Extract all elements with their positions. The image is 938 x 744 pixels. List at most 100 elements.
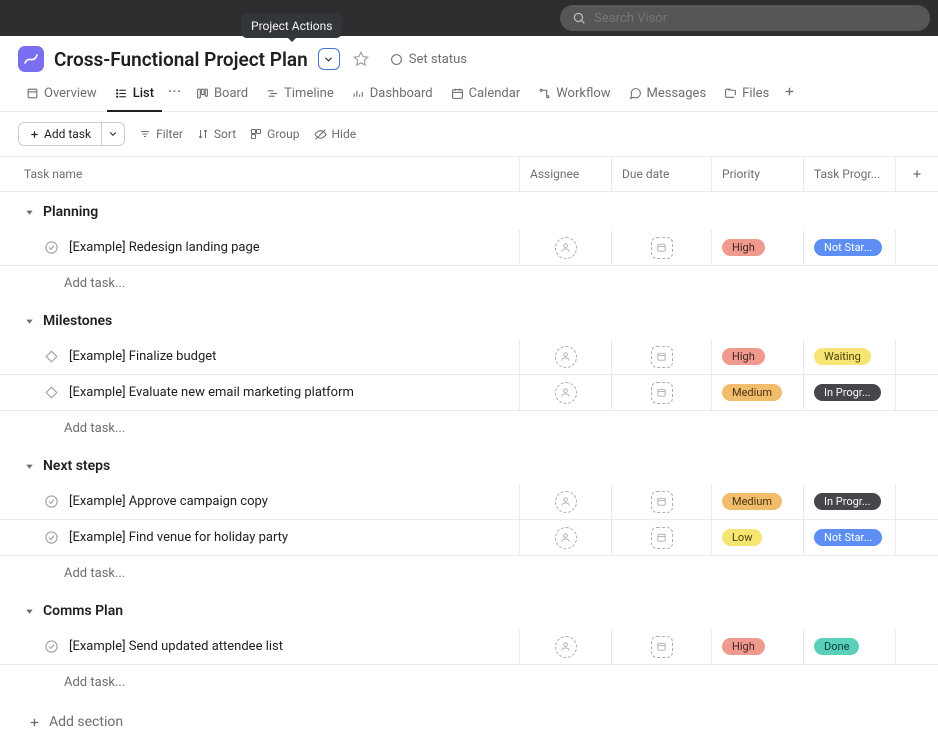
- section-add-task[interactable]: Add task...: [0, 556, 938, 591]
- task-extra-cell[interactable]: [896, 375, 938, 410]
- milestone-icon[interactable]: [44, 385, 59, 400]
- add-tab-button[interactable]: [779, 85, 800, 107]
- task-row[interactable]: [Example] Send updated attendee list High…: [0, 629, 938, 665]
- milestone-icon[interactable]: [44, 349, 59, 364]
- add-task-button[interactable]: Add task: [19, 123, 101, 145]
- task-row[interactable]: [Example] Find venue for holiday party Lo…: [0, 520, 938, 556]
- section-header[interactable]: Next steps: [0, 446, 938, 484]
- set-status-button[interactable]: Set status: [390, 52, 467, 67]
- star-button[interactable]: [350, 48, 372, 70]
- task-name-cell[interactable]: [Example] Finalize budget: [0, 339, 520, 374]
- tab-overview[interactable]: Overview: [18, 80, 105, 112]
- tab-files[interactable]: Files: [716, 80, 777, 112]
- task-priority-cell[interactable]: Medium: [712, 484, 804, 519]
- hide-button[interactable]: Hide: [314, 127, 357, 141]
- task-assignee-cell[interactable]: [520, 484, 612, 519]
- task-progress-cell[interactable]: Waiting: [804, 339, 896, 374]
- task-due-cell[interactable]: [612, 339, 712, 374]
- task-assignee-cell[interactable]: [520, 375, 612, 410]
- task-name-cell[interactable]: [Example] Evaluate new email marketing p…: [0, 375, 520, 410]
- column-header-name[interactable]: Task name: [0, 157, 520, 191]
- column-header-progress[interactable]: Task Progr...: [804, 157, 896, 191]
- tab-workflow[interactable]: Workflow: [530, 80, 618, 112]
- search-input[interactable]: [594, 11, 918, 26]
- tab-dashboard[interactable]: Dashboard: [344, 80, 441, 112]
- due-date-placeholder[interactable]: [651, 346, 673, 368]
- section-header[interactable]: Milestones: [0, 301, 938, 339]
- add-column-button[interactable]: [896, 157, 938, 191]
- task-priority-cell[interactable]: High: [712, 629, 804, 664]
- task-name-cell[interactable]: [Example] Send updated attendee list: [0, 629, 520, 664]
- task-due-cell[interactable]: [612, 629, 712, 664]
- task-due-cell[interactable]: [612, 230, 712, 265]
- task-row[interactable]: [Example] Approve campaign copy MediumIn …: [0, 484, 938, 520]
- task-assignee-cell[interactable]: [520, 339, 612, 374]
- group-button[interactable]: Group: [250, 127, 299, 141]
- task-row[interactable]: [Example] Redesign landing page HighNot S…: [0, 230, 938, 266]
- due-date-placeholder[interactable]: [651, 491, 673, 513]
- section-header[interactable]: Planning: [0, 192, 938, 230]
- check-circle-icon[interactable]: [44, 639, 59, 654]
- task-name-cell[interactable]: [Example] Redesign landing page: [0, 230, 520, 265]
- task-row[interactable]: [Example] Evaluate new email marketing p…: [0, 375, 938, 411]
- tab-list-more[interactable]: ···: [164, 84, 186, 107]
- task-extra-cell[interactable]: [896, 339, 938, 374]
- add-task-dropdown[interactable]: [101, 123, 124, 145]
- task-due-cell[interactable]: [612, 484, 712, 519]
- section-title: Comms Plan: [43, 603, 123, 619]
- assignee-placeholder[interactable]: [555, 346, 577, 368]
- column-header-due[interactable]: Due date: [612, 157, 712, 191]
- task-name-cell[interactable]: [Example] Find venue for holiday party: [0, 520, 520, 555]
- task-due-cell[interactable]: [612, 375, 712, 410]
- search-input-wrapper[interactable]: [560, 5, 930, 31]
- assignee-placeholder[interactable]: [555, 636, 577, 658]
- task-assignee-cell[interactable]: [520, 230, 612, 265]
- task-progress-cell[interactable]: Done: [804, 629, 896, 664]
- task-progress-cell[interactable]: Not Star...: [804, 520, 896, 555]
- check-circle-icon[interactable]: [44, 494, 59, 509]
- task-progress-cell[interactable]: In Progr...: [804, 484, 896, 519]
- project-actions-button[interactable]: [318, 48, 340, 70]
- task-priority-cell[interactable]: High: [712, 230, 804, 265]
- assignee-placeholder[interactable]: [555, 527, 577, 549]
- task-priority-cell[interactable]: Medium: [712, 375, 804, 410]
- due-date-placeholder[interactable]: [651, 382, 673, 404]
- column-header-assignee[interactable]: Assignee: [520, 157, 612, 191]
- assignee-placeholder[interactable]: [555, 382, 577, 404]
- check-circle-icon[interactable]: [44, 530, 59, 545]
- task-assignee-cell[interactable]: [520, 629, 612, 664]
- task-progress-cell[interactable]: Not Star...: [804, 230, 896, 265]
- assignee-placeholder[interactable]: [555, 237, 577, 259]
- task-priority-cell[interactable]: Low: [712, 520, 804, 555]
- section-add-task[interactable]: Add task...: [0, 266, 938, 301]
- tab-timeline[interactable]: Timeline: [258, 80, 342, 112]
- due-date-placeholder[interactable]: [651, 636, 673, 658]
- task-assignee-cell[interactable]: [520, 520, 612, 555]
- sort-button[interactable]: Sort: [197, 127, 236, 141]
- due-date-placeholder[interactable]: [651, 527, 673, 549]
- tab-board[interactable]: Board: [188, 80, 256, 112]
- task-priority-cell[interactable]: High: [712, 339, 804, 374]
- due-date-placeholder[interactable]: [651, 237, 673, 259]
- task-row[interactable]: [Example] Finalize budget HighWaiting: [0, 339, 938, 375]
- section-add-task[interactable]: Add task...: [0, 411, 938, 446]
- section-header[interactable]: Comms Plan: [0, 591, 938, 629]
- check-circle-icon[interactable]: [44, 240, 59, 255]
- set-status-label: Set status: [409, 52, 467, 67]
- filter-button[interactable]: Filter: [139, 127, 183, 141]
- hide-icon: [314, 128, 327, 141]
- tab-calendar[interactable]: Calendar: [443, 80, 529, 112]
- section-add-task[interactable]: Add task...: [0, 665, 938, 700]
- task-extra-cell[interactable]: [896, 629, 938, 664]
- task-extra-cell[interactable]: [896, 230, 938, 265]
- task-due-cell[interactable]: [612, 520, 712, 555]
- tab-list[interactable]: List: [107, 80, 162, 112]
- task-name-cell[interactable]: [Example] Approve campaign copy: [0, 484, 520, 519]
- tab-messages[interactable]: Messages: [621, 80, 715, 112]
- task-extra-cell[interactable]: [896, 484, 938, 519]
- column-header-priority[interactable]: Priority: [712, 157, 804, 191]
- task-extra-cell[interactable]: [896, 520, 938, 555]
- assignee-placeholder[interactable]: [555, 491, 577, 513]
- add-section-button[interactable]: Add section: [0, 700, 938, 744]
- task-progress-cell[interactable]: In Progr...: [804, 375, 896, 410]
